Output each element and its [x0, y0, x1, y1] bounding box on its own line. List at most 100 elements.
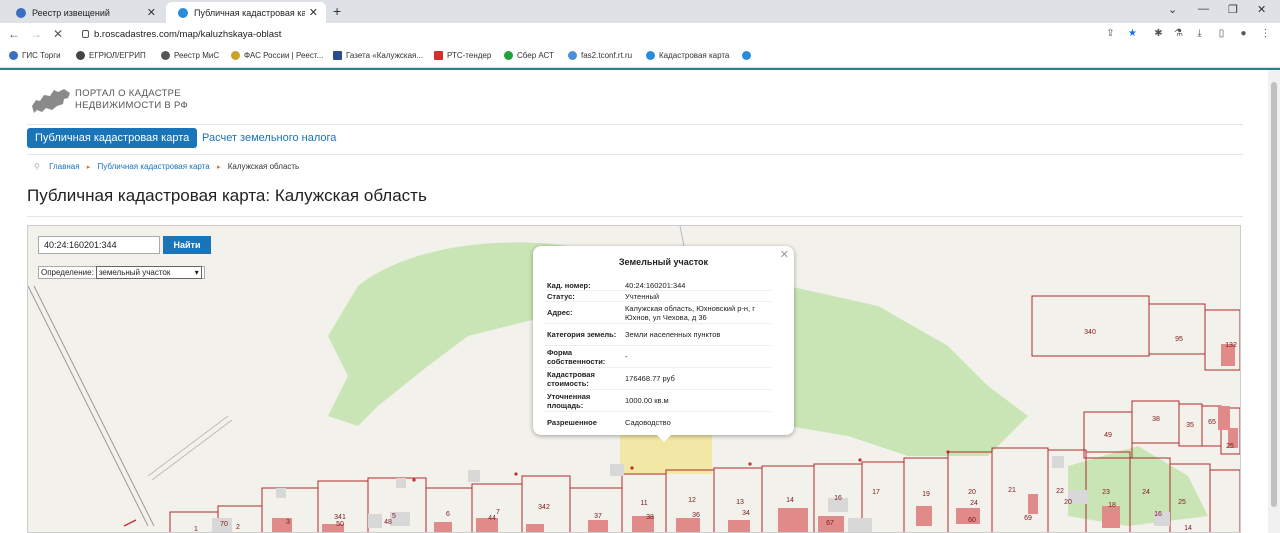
bookmarks-bar: ГИС Торги ЕГРЮЛ/ЕГРИП Реестр МиС ФАС Рос…	[0, 46, 1280, 68]
lab-icon[interactable]: ⚗	[1173, 28, 1184, 39]
forward-icon[interactable]: →	[30, 27, 42, 41]
bookmark-fas[interactable]: ФАС России | Реест...	[231, 51, 323, 60]
parcel-label: 12	[688, 497, 696, 504]
info-value: Садоводство	[625, 418, 671, 427]
breadcrumb-home[interactable]: Главная	[49, 162, 79, 171]
bookmark-label: ГИС Торги	[22, 51, 61, 60]
info-row: Форма собственности: -	[545, 346, 771, 368]
tab-label: Публичная кадастровая карта: К	[194, 7, 305, 18]
cadastral-number-input[interactable]: 40:24:160201:344	[38, 236, 160, 254]
bookmark-egrul[interactable]: ЕГРЮЛ/ЕГРИП	[76, 51, 146, 60]
info-value: Учтенный	[625, 291, 660, 301]
nav-land-tax[interactable]: Расчет земельного налога	[202, 128, 336, 148]
info-key: Разрешенное	[547, 418, 597, 427]
back-icon[interactable]: ←	[8, 27, 20, 41]
close-icon[interactable]: ✕	[147, 6, 156, 19]
info-row: Кадастровая стоимость: 176468.77 руб	[545, 368, 771, 390]
bookmark-label: РТС-тендер	[447, 51, 492, 60]
bookmark-icon	[504, 51, 513, 60]
definition-select-group: Определение: земельный участок ▾	[38, 266, 205, 279]
bookmark-icon	[333, 51, 342, 60]
profile-icon[interactable]: ●	[1238, 28, 1249, 39]
bookmark-sber[interactable]: Сбер АСТ	[504, 51, 554, 60]
parcel-info-popup: ✕ Земельный участок Кад. номер: 40:24:160…	[533, 246, 794, 442]
new-tab-icon[interactable]: +	[333, 3, 341, 19]
tab-search-icon[interactable]: ⌄	[1168, 3, 1177, 16]
info-key: Кад. номер:	[547, 280, 591, 290]
bookmark-label: ЕГРЮЛ/ЕГРИП	[89, 51, 146, 60]
find-button[interactable]: Найти	[163, 236, 211, 254]
restore-icon[interactable]: ❐	[1228, 3, 1238, 16]
parcel-label: 38	[1152, 416, 1160, 423]
parcel-label: 69	[1024, 515, 1032, 522]
close-icon[interactable]: ✕	[309, 6, 318, 19]
bookmark-rts[interactable]: РТС-тендер	[434, 51, 491, 60]
address-bar-row: ← → ✕ b.roscadastres.com/map/kaluzhskaya…	[0, 23, 1280, 46]
russia-map-logo-icon	[32, 89, 70, 113]
parcel-label: 20	[968, 489, 976, 496]
url-text: b.roscadastres.com/map/kaluzhskaya-oblas…	[94, 29, 282, 40]
parcel-label: 95	[1175, 336, 1183, 343]
bookmark-extra[interactable]	[742, 51, 755, 60]
info-key: Категория земель:	[547, 330, 617, 339]
breadcrumb-current: Калужская область	[227, 162, 300, 171]
bookmark-cadastral[interactable]: Кадастровая карта	[646, 51, 729, 60]
info-row: Уточненная площадь: 1000.00 кв.м	[545, 390, 771, 412]
scrollbar-thumb[interactable]	[1271, 82, 1277, 507]
bookmark-label: Кадастровая карта	[659, 51, 730, 60]
parcel-label: 17	[872, 489, 880, 496]
info-key: Кадастровая стоимость:	[547, 369, 595, 388]
nav-divider	[27, 154, 1243, 155]
sidepanel-icon[interactable]: ▯	[1216, 28, 1227, 39]
menu-icon[interactable]: ⋮	[1260, 28, 1271, 39]
page-scrollbar[interactable]	[1268, 70, 1280, 533]
bookmark-label: fas2.tconf.rt.ru	[581, 51, 633, 60]
popup-title: Земельный участок	[618, 257, 709, 267]
bookmark-gis-torgi[interactable]: ГИС Торги	[9, 51, 61, 60]
page-title: Публичная кадастровая карта: Калужская о…	[27, 186, 427, 205]
parcel-label: 22	[1056, 488, 1064, 495]
bookmark-icon	[76, 51, 85, 60]
definition-select[interactable]: земельный участок ▾	[95, 266, 202, 279]
tab-registry[interactable]: Реестр извещений ✕	[4, 2, 164, 23]
page-top-border	[0, 68, 1280, 70]
nav-public-map[interactable]: Публичная кадастровая карта	[27, 128, 198, 148]
share-icon[interactable]: ⇪	[1105, 28, 1116, 39]
parcel-label: 132	[1225, 342, 1237, 349]
tab-label: Реестр извещений	[32, 7, 110, 18]
parcel-label: 35	[1186, 422, 1194, 429]
tab-favicon-icon	[16, 7, 26, 18]
stop-icon[interactable]: ✕	[53, 27, 63, 41]
bookmark-gazeta[interactable]: Газета «Калужская...	[333, 51, 423, 60]
parcel-label: 340	[1084, 329, 1096, 336]
parcel-label: 21	[1008, 487, 1016, 494]
info-key: Форма собственности:	[547, 347, 606, 366]
bookmark-fas2[interactable]: fas2.tconf.rt.ru	[568, 51, 632, 60]
logo-line-2: НЕДВИЖИМОСТИ В РФ	[75, 100, 189, 111]
lock-icon	[82, 30, 89, 38]
tab-cadastral-map[interactable]: Публичная кадастровая карта: К ✕	[166, 2, 326, 23]
info-row: Кад. номер: 40:24:160201:344	[545, 280, 771, 291]
parcel-label: 23	[1102, 489, 1110, 496]
parcel-label: 70	[220, 521, 228, 528]
parcel-label: 48	[384, 519, 392, 526]
breadcrumb: ⚲ Главная ▸ Публичная кадастровая карта …	[34, 162, 299, 171]
parcel-label: 3	[286, 519, 290, 526]
close-window-icon[interactable]: ✕	[1257, 3, 1266, 16]
tab-favicon-icon	[178, 7, 188, 18]
parcel-label: 14	[786, 497, 794, 504]
breadcrumb-map[interactable]: Публичная кадастровая карта	[98, 162, 210, 171]
parcel-label: 19	[922, 491, 930, 498]
parcel-label: 24	[1142, 489, 1150, 496]
bookmark-reestr-mis[interactable]: Реестр МиС	[161, 51, 219, 60]
bookmark-star-icon[interactable]: ★	[1127, 28, 1138, 39]
url-field[interactable]: b.roscadastres.com/map/kaluzhskaya-oblas…	[80, 26, 1090, 43]
parcel-label: 341	[334, 514, 346, 521]
extensions-icon[interactable]: ✱	[1153, 28, 1164, 39]
bookmark-label: Газета «Калужская...	[346, 51, 424, 60]
info-row: Категория земель: Земли населенных пункто…	[545, 324, 771, 346]
minimize-icon[interactable]: —	[1198, 3, 1209, 15]
parcel-label: 11	[640, 500, 647, 507]
parcel-label: 2	[236, 524, 240, 531]
download-icon[interactable]: ⤓	[1194, 28, 1205, 39]
